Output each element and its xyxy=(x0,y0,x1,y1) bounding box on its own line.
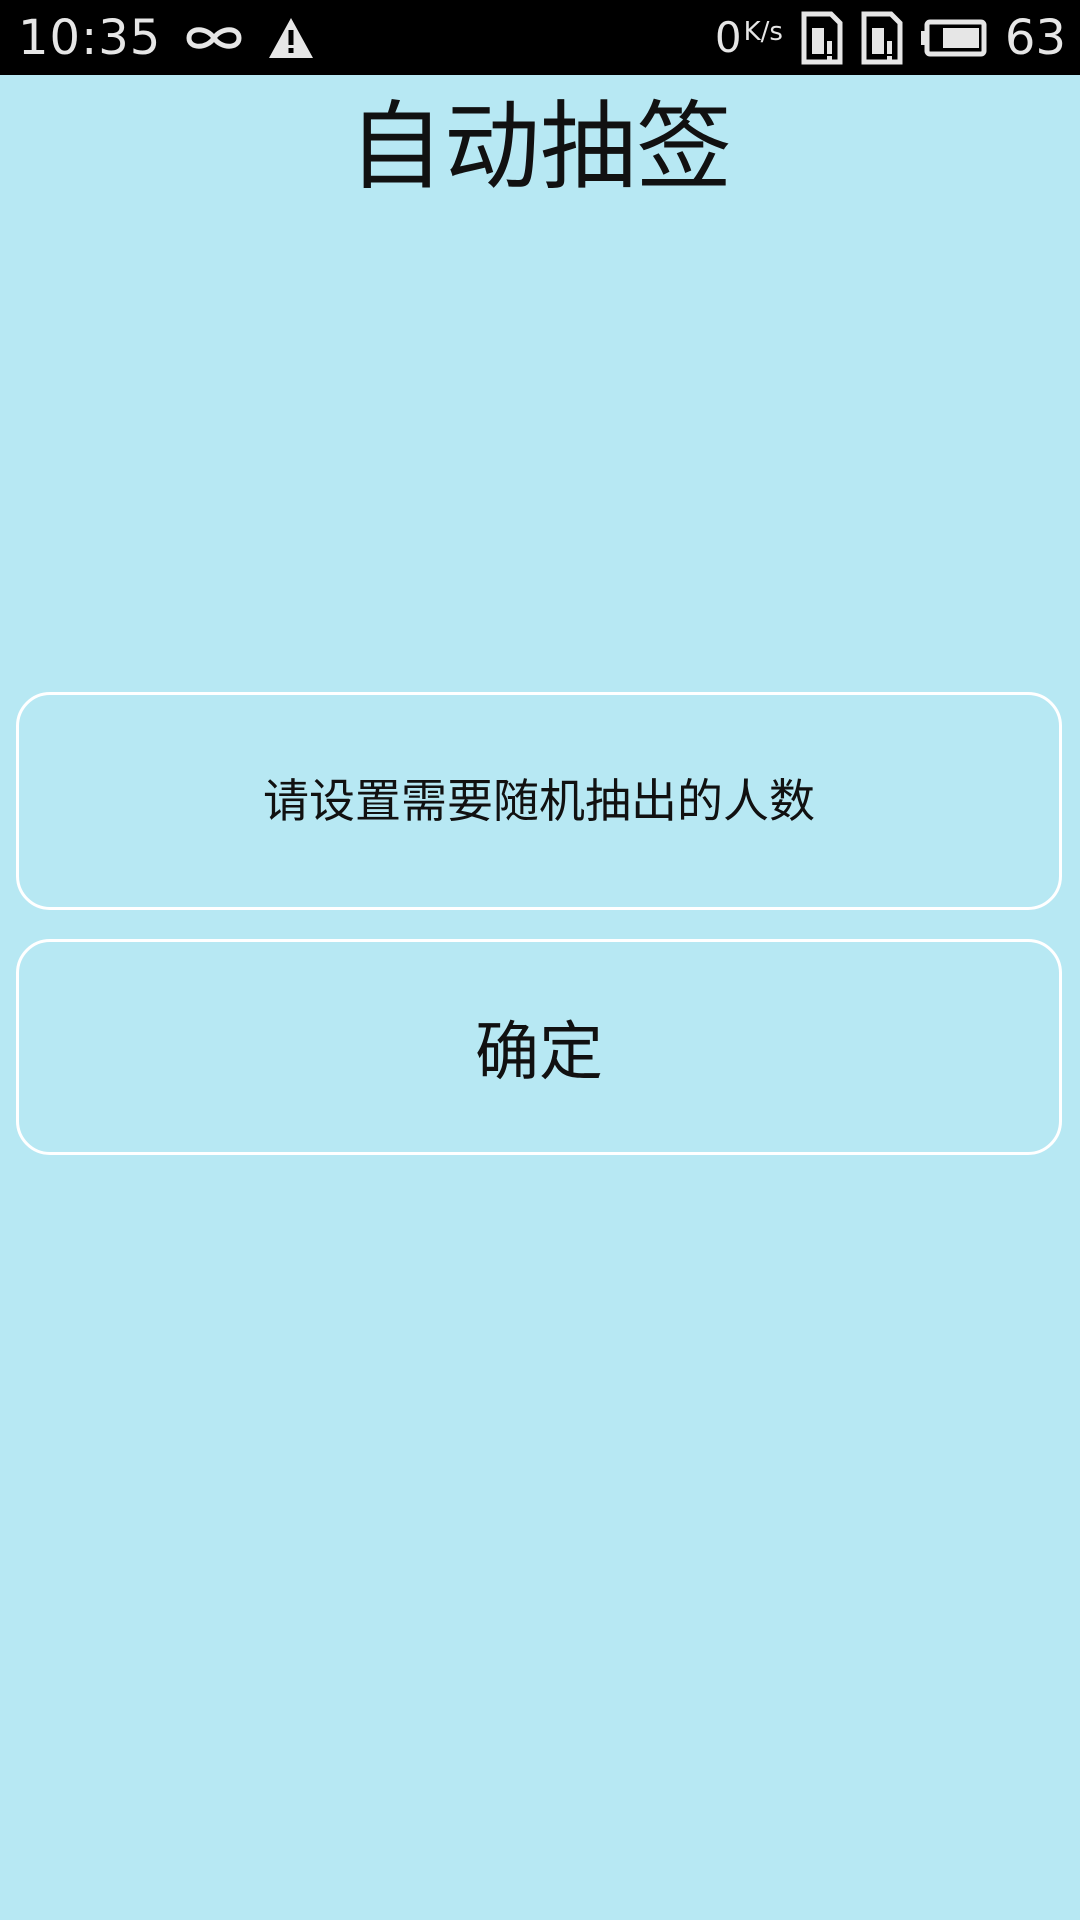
confirm-button[interactable]: 确定 xyxy=(16,939,1062,1155)
status-right-group: 0 K/s 63 xyxy=(715,0,1066,75)
sim-card-icon xyxy=(861,11,903,65)
infinity-icon xyxy=(183,21,245,55)
network-speed-unit: K/s xyxy=(743,17,783,47)
status-bar: 10:35 0 K/s 63 xyxy=(0,0,1080,75)
status-left-group: 10:35 xyxy=(18,0,315,75)
network-speed-value: 0 xyxy=(714,13,742,62)
count-input[interactable] xyxy=(16,692,1062,910)
battery-icon xyxy=(920,19,987,57)
network-speed: 0 K/s xyxy=(715,13,783,62)
battery-level: 63 xyxy=(1004,9,1066,66)
status-time: 10:35 xyxy=(18,9,162,66)
page-title: 自动抽签 xyxy=(348,91,732,203)
warning-icon xyxy=(267,16,315,60)
sim-card-icon xyxy=(801,11,843,65)
